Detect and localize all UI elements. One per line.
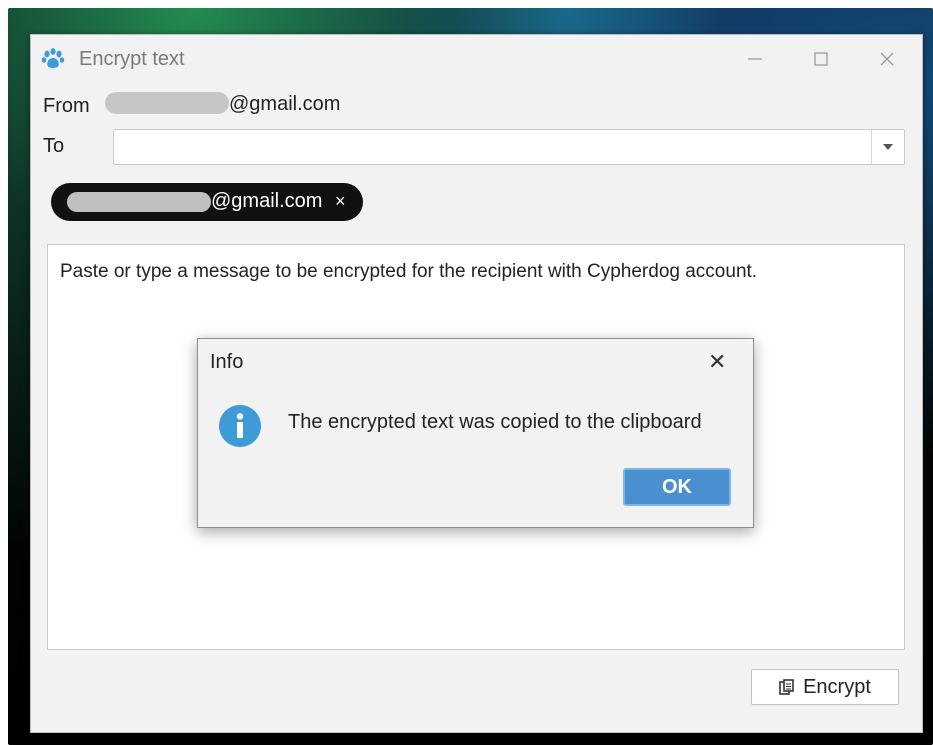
ok-button-label: OK: [662, 475, 692, 498]
to-recipient-combobox[interactable]: [113, 129, 905, 165]
minimize-button[interactable]: [737, 45, 773, 73]
to-label: To: [43, 135, 65, 157]
window-titlebar[interactable]: Encrypt text: [31, 35, 922, 81]
window-close-button[interactable]: [869, 45, 905, 73]
info-icon: [219, 405, 261, 447]
from-email-domain: @gmail.com: [229, 93, 341, 115]
copy-icon: [779, 679, 794, 695]
encrypt-button-label: Encrypt: [803, 675, 871, 698]
dialog-message: The encrypted text was copied to the cli…: [288, 411, 702, 433]
redacted-username: [67, 192, 211, 212]
recipient-email-domain: @gmail.com: [211, 190, 323, 212]
message-placeholder: Paste or type a message to be encrypted …: [60, 261, 758, 282]
dialog-close-button[interactable]: ✕: [708, 349, 726, 375]
recipient-chip: @gmail.com ×: [51, 183, 363, 221]
desktop: Encrypt text From @gmail.com To @gmail.c…: [0, 0, 933, 745]
from-email: @gmail.com: [105, 91, 341, 116]
window-title: Encrypt text: [79, 48, 185, 70]
remove-recipient-button[interactable]: ×: [335, 191, 346, 212]
info-dialog: Info ✕ The encrypted text was copied to …: [197, 338, 754, 528]
dialog-title: Info: [210, 351, 244, 373]
maximize-button[interactable]: [803, 45, 839, 73]
chevron-down-icon: [883, 144, 893, 150]
paw-icon: [41, 48, 65, 68]
from-label: From: [43, 95, 90, 117]
encrypt-button[interactable]: Encrypt: [751, 669, 899, 705]
to-dropdown-button[interactable]: [871, 130, 904, 164]
redacted-username: [105, 91, 229, 114]
ok-button[interactable]: OK: [623, 468, 731, 506]
maximize-icon: [814, 52, 828, 66]
minimize-icon: [748, 58, 762, 60]
close-icon: [880, 52, 894, 66]
